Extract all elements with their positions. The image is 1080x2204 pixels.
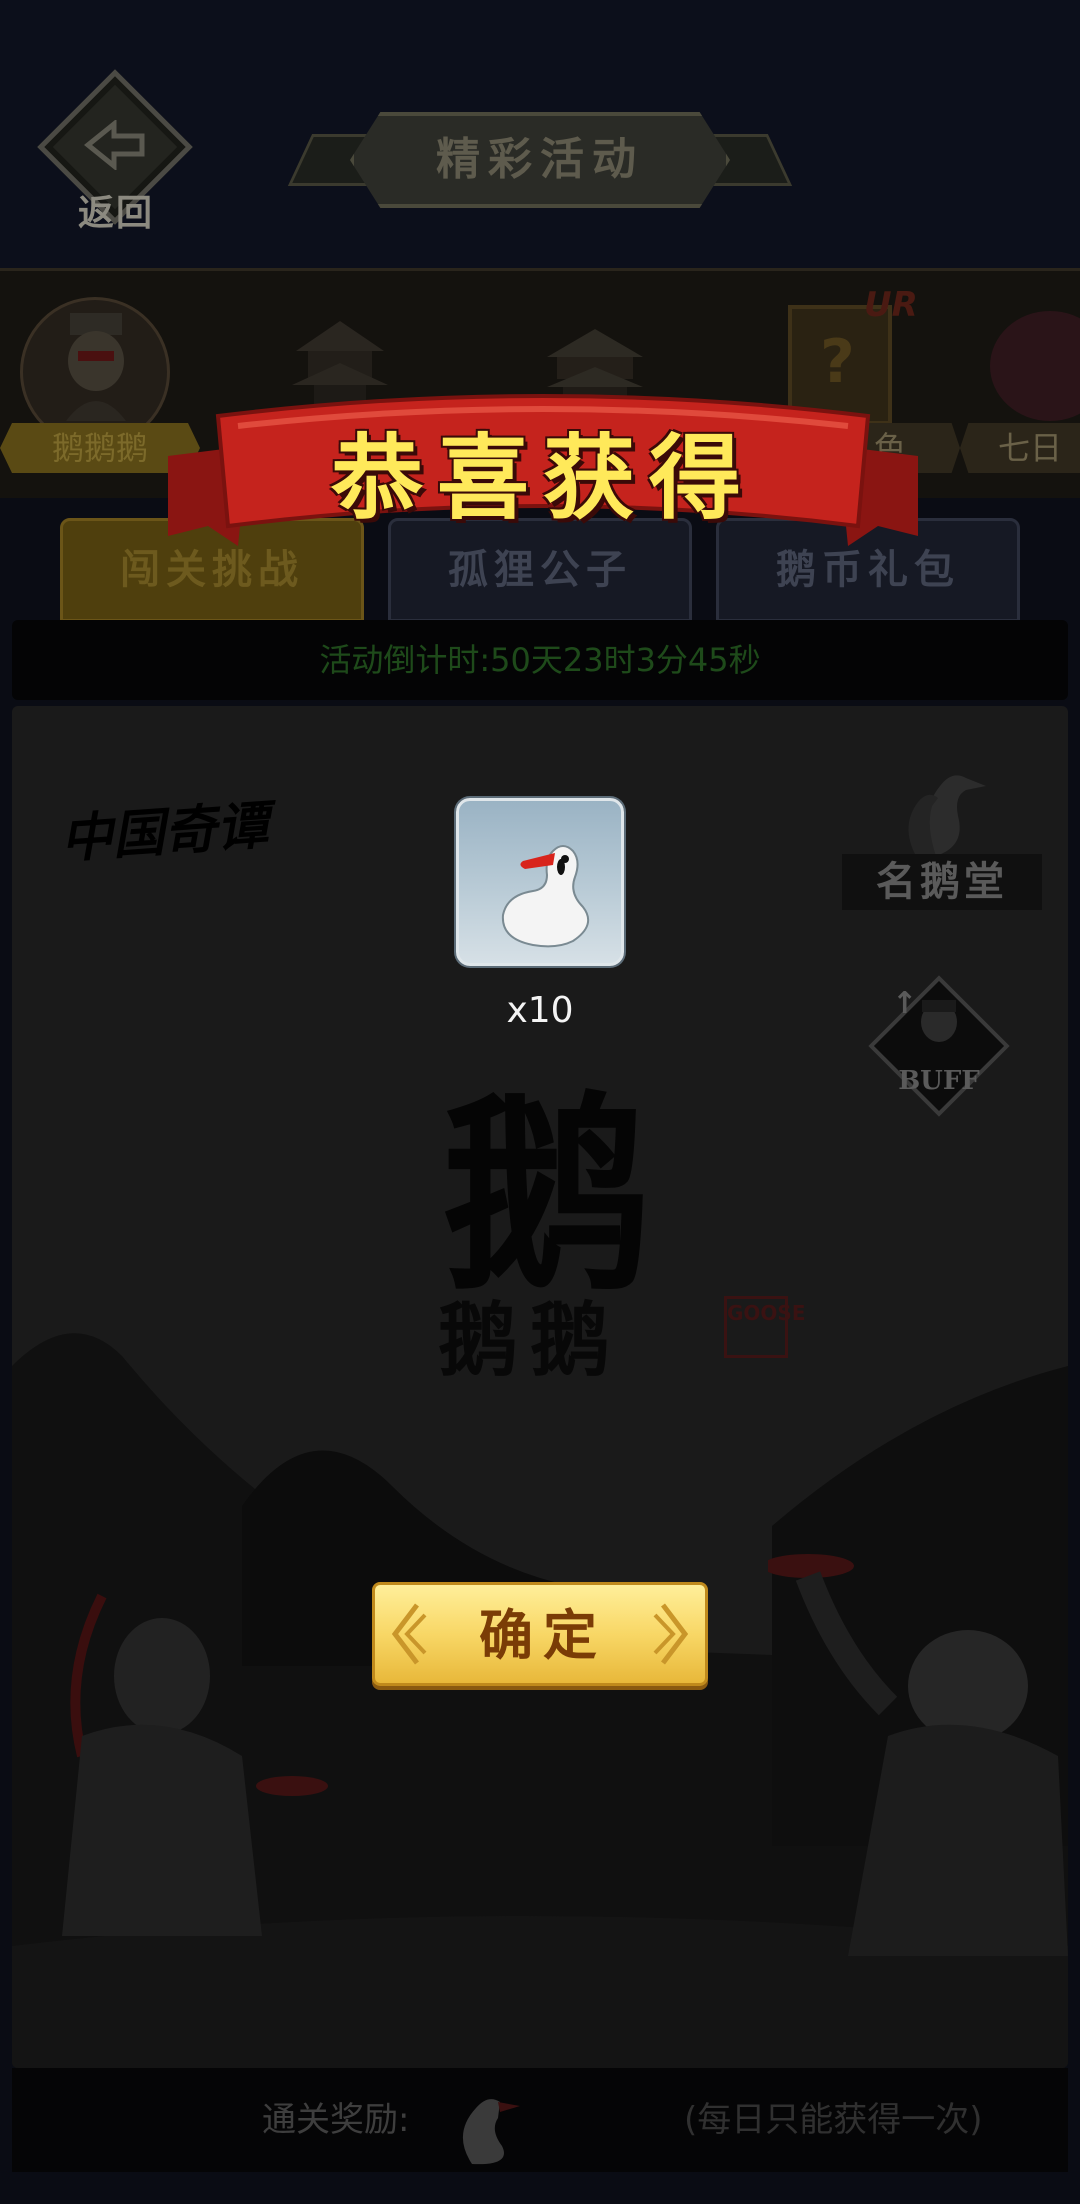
up-arrow-icon: ↑ (892, 986, 918, 1021)
hall-of-fame-button[interactable]: 名鹅堂 (832, 756, 1052, 916)
clear-reward-label: 通关奖励: (262, 2100, 410, 2140)
goose-seal-stamp: GOOSE (724, 1296, 806, 1358)
back-button[interactable]: 返回 (37, 69, 193, 234)
congrats-ribbon: 恭喜获得 (168, 386, 918, 556)
reward-item-slot[interactable] (456, 798, 624, 966)
bottom-strip (0, 2172, 1080, 2204)
category-label: 七日 (960, 423, 1080, 473)
event-countdown: 活动倒计时:50天23时3分45秒 (12, 620, 1068, 700)
clear-reward-bar: 通关奖励: (每日只能获得一次) (12, 2068, 1068, 2172)
goose-reward-icon (462, 2099, 520, 2165)
confirm-button[interactable]: 确定 (372, 1582, 708, 1686)
top-bar: 返回 精彩活动 (0, 0, 1080, 268)
page-title-plate: 精彩活动 (287, 112, 793, 208)
hall-of-fame-label: 名鹅堂 (842, 854, 1042, 910)
opera-mask-figure-icon (66, 313, 126, 421)
back-label: 返回 (77, 192, 154, 234)
buff-button[interactable]: ↑ BUFF (864, 975, 1014, 1126)
daily-limit-note: (每日只能获得一次) (684, 2100, 983, 2140)
buff-label: BUFF (898, 1066, 980, 1096)
back-arrow-icon (84, 120, 145, 170)
ur-badge: UR (864, 285, 918, 325)
character-face-icon (921, 1000, 957, 1042)
reward-quantity: x10 (506, 990, 574, 1031)
category-goose[interactable]: 鹅鹅鹅 (0, 291, 200, 473)
chinese-tales-logo: 中国奇谭 (58, 794, 271, 871)
confirm-label: 确定 (479, 1603, 607, 1667)
category-seven-day[interactable]: 七日 (960, 291, 1080, 473)
goose-icon (501, 845, 590, 948)
congrats-title: 恭喜获得 (330, 424, 755, 532)
seated-scholar-figure (62, 1593, 328, 1936)
goose-silhouette-icon (908, 775, 986, 856)
page-title: 精彩活动 (436, 134, 644, 185)
seven-day-book-icon (990, 311, 1080, 421)
goose-calligraphy-small: 鹅鹅 (438, 1293, 622, 1387)
kneeling-goose-figure (768, 1554, 1068, 1956)
